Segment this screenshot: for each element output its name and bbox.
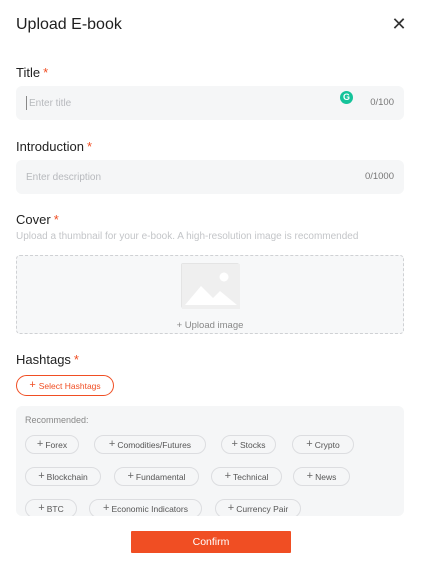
- title-label: Title: [16, 65, 41, 80]
- required-mark: *: [86, 139, 92, 154]
- close-icon[interactable]: ✕: [390, 14, 408, 34]
- chip-label: Currency Pair: [236, 503, 289, 514]
- cover-label: Cover: [16, 212, 51, 227]
- required-mark: *: [43, 65, 49, 80]
- recommended-hashtags-panel: Recommended: + Forex + Comodities/Futures …: [16, 406, 404, 516]
- description-input[interactable]: [26, 160, 326, 194]
- plus-icon: +: [227, 502, 235, 514]
- plus-icon: +: [38, 470, 45, 482]
- plus-icon: +: [29, 379, 36, 391]
- hashtag-chip-fundamental[interactable]: + Fundamental: [114, 467, 199, 486]
- intro-label: Introduction: [16, 139, 84, 154]
- plus-icon: +: [36, 438, 44, 450]
- plus-icon: +: [108, 438, 116, 450]
- hashtag-chip-currency-pair[interactable]: + Currency Pair: [215, 499, 301, 516]
- chip-label: Crypto: [314, 439, 340, 450]
- plus-icon: +: [127, 470, 134, 482]
- intro-label-row: Introduction *: [16, 139, 92, 154]
- recommended-title: Recommended:: [25, 415, 89, 425]
- intro-field: 0/1000: [16, 160, 404, 194]
- chip-label: Blockchain: [46, 471, 88, 482]
- cover-label-row: Cover *: [16, 212, 59, 227]
- modal-title: Upload E-book: [16, 16, 122, 33]
- cover-upload-dropzone[interactable]: + Upload image: [16, 255, 404, 334]
- hashtag-chip-technical[interactable]: + Technical: [211, 467, 282, 486]
- upload-image-label: + Upload image: [176, 320, 244, 331]
- hashtag-chip-btc[interactable]: + BTC: [25, 499, 77, 516]
- hashtags-label: Hashtags: [16, 352, 71, 367]
- title-label-row: Title *: [16, 65, 48, 80]
- chip-label: Technical: [233, 471, 269, 482]
- plus-icon: +: [306, 438, 313, 450]
- confirm-button[interactable]: Confirm: [131, 531, 291, 553]
- title-field: G 0/100: [16, 86, 404, 120]
- image-placeholder-icon: [181, 263, 240, 309]
- intro-counter: 0/1000: [364, 171, 394, 182]
- hashtag-chip-comodities-futures[interactable]: + Comodities/Futures: [94, 435, 206, 454]
- chip-label: Stocks: [239, 439, 266, 450]
- title-counter: 0/100: [370, 97, 394, 108]
- chip-label: Comodities/Futures: [117, 439, 192, 450]
- select-hashtags-button[interactable]: + Select Hashtags: [16, 375, 114, 396]
- select-hashtags-label: Select Hashtags: [38, 380, 101, 391]
- hashtag-chip-stocks[interactable]: + Stocks: [221, 435, 276, 454]
- plus-icon: +: [224, 470, 231, 482]
- hashtag-chip-blockchain[interactable]: + Blockchain: [25, 467, 101, 486]
- grammarly-icon[interactable]: G: [340, 91, 353, 104]
- cover-hint: Upload a thumbnail for your e-book. A hi…: [16, 231, 359, 242]
- chip-label: BTC: [46, 503, 64, 514]
- required-mark: *: [73, 352, 79, 367]
- hashtag-chip-forex[interactable]: + Forex: [25, 435, 79, 454]
- plus-icon: +: [103, 502, 110, 514]
- plus-icon: +: [231, 438, 238, 450]
- hashtag-chip-crypto[interactable]: + Crypto: [292, 435, 354, 454]
- hashtag-chip-economic-indicators[interactable]: + Economic Indicators: [89, 499, 202, 516]
- plus-icon: +: [306, 470, 314, 482]
- plus-icon: +: [38, 502, 45, 514]
- chip-label: Fundamental: [135, 471, 186, 482]
- chip-label: Economic Indicators: [111, 503, 188, 514]
- hashtag-chip-news[interactable]: + News: [293, 467, 350, 486]
- title-input[interactable]: [26, 96, 326, 110]
- hashtags-label-row: Hashtags *: [16, 352, 79, 367]
- required-mark: *: [53, 212, 59, 227]
- chip-label: News: [315, 471, 337, 482]
- chip-label: Forex: [45, 439, 68, 450]
